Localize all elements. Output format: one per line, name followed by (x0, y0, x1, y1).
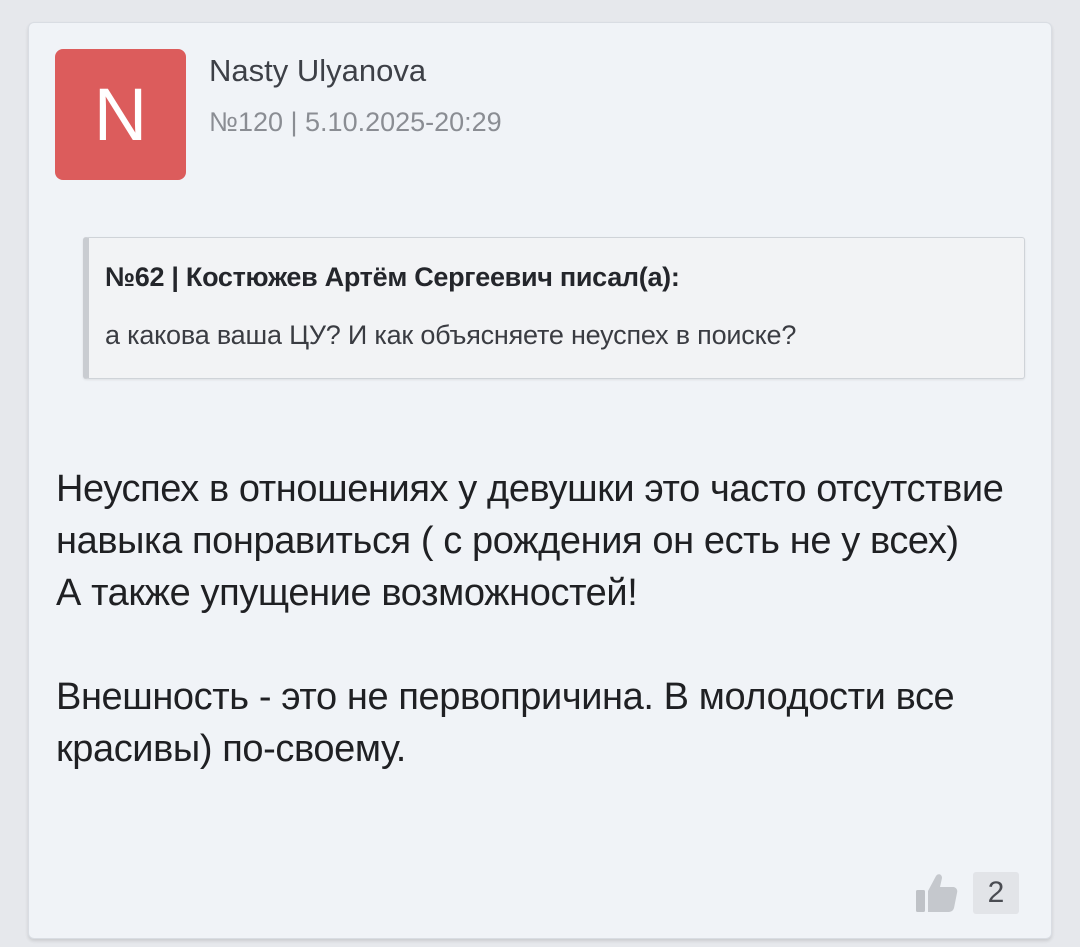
comment-body: Неуспех в отношениях у девушки это часто… (56, 463, 1031, 775)
quote-header[interactable]: №62 | Костюжев Артём Сергеевич писал(а): (105, 262, 680, 293)
comment-paragraph: Внешность - это не первопричина. В молод… (56, 676, 955, 770)
avatar-letter: N (93, 72, 148, 156)
comment-paragraph: А также упущение возможностей! (56, 572, 638, 614)
quote-text: а какова ваша ЦУ? И как объясняете неусп… (105, 320, 797, 350)
thumbs-up-icon[interactable] (915, 872, 959, 914)
quote-block: №62 | Костюжев Артём Сергеевич писал(а):… (83, 237, 1025, 379)
author-name[interactable]: Nasty Ulyanova (209, 53, 426, 89)
avatar[interactable]: N (55, 49, 186, 180)
post-meta: №120 | 5.10.2025-20:29 (209, 107, 502, 137)
like-count: 2 (973, 872, 1019, 914)
comment-paragraph: Неуспех в отношениях у девушки это часто… (56, 468, 1004, 562)
comment-card: N Nasty Ulyanova №120 | 5.10.2025-20:29 … (28, 22, 1052, 939)
like-control: 2 (915, 872, 1019, 914)
